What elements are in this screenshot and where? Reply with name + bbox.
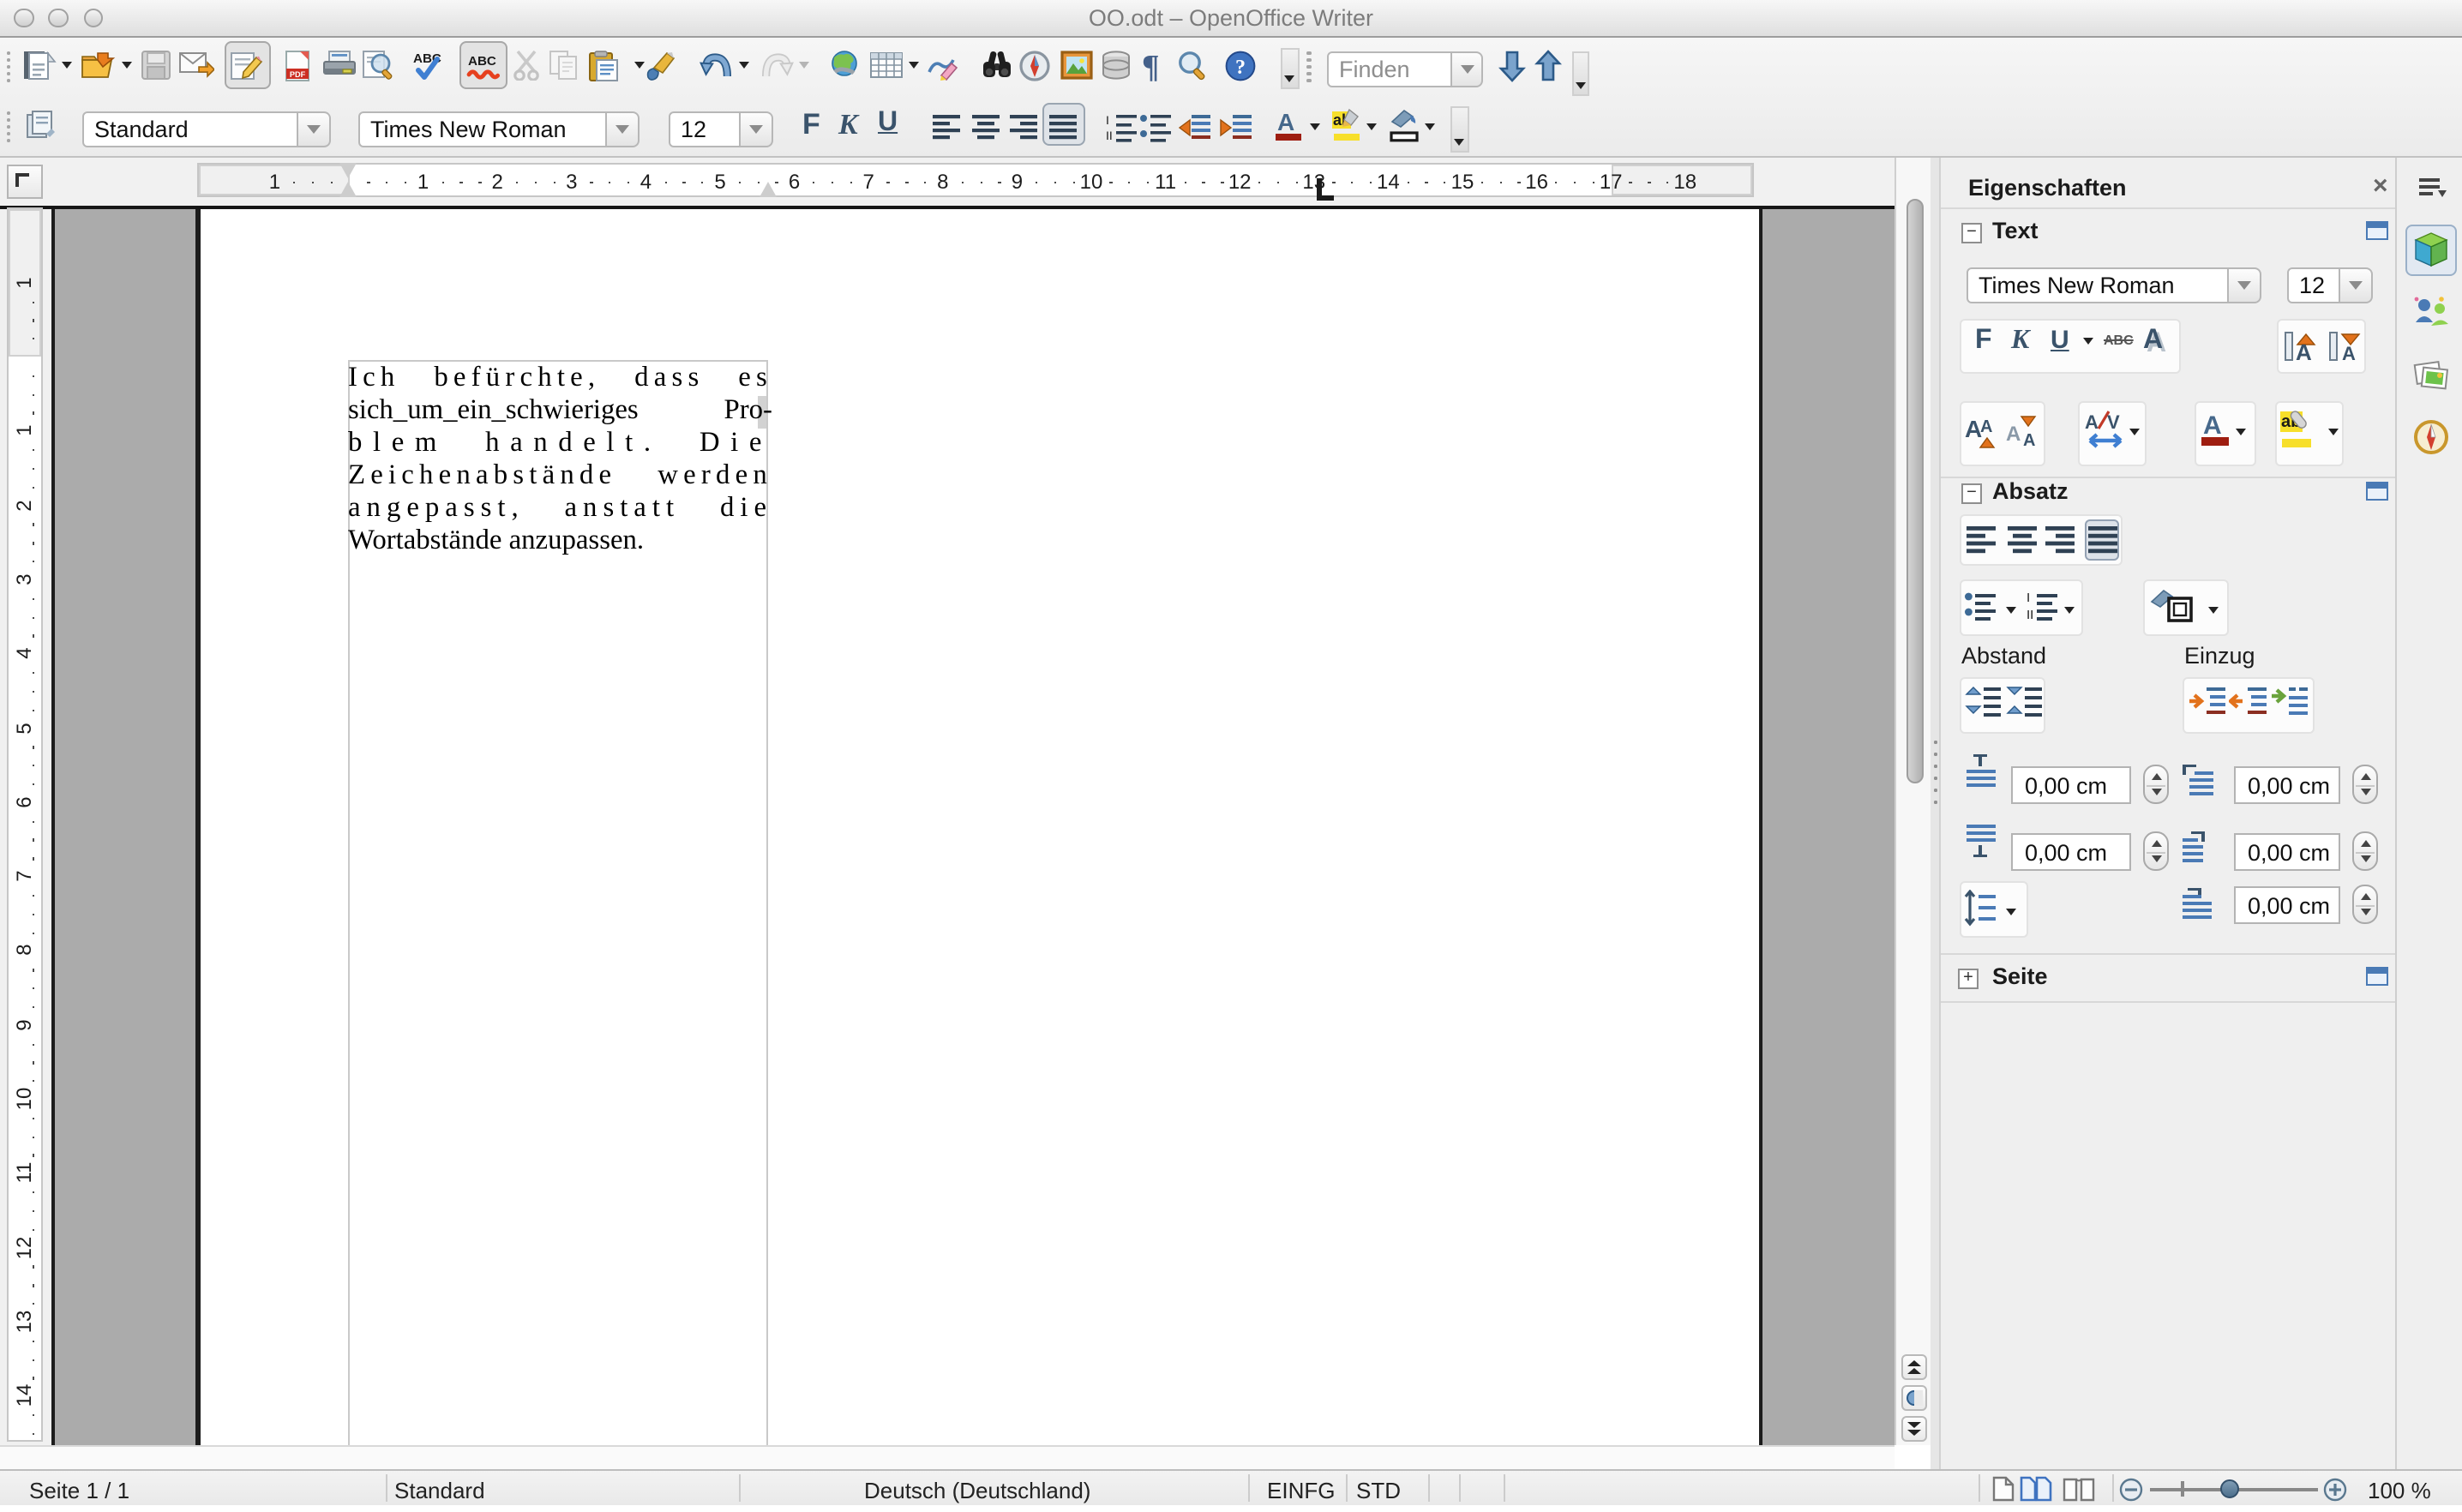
- svg-text:A: A: [1980, 417, 1992, 436]
- svg-text:A: A: [1277, 109, 1294, 135]
- svg-text:A: A: [2023, 431, 2035, 449]
- svg-text:ABC: ABC: [468, 54, 496, 69]
- svg-text:PDF: PDF: [290, 70, 306, 79]
- svg-text:A: A: [2085, 411, 2099, 433]
- svg-text:II: II: [1106, 129, 1113, 142]
- svg-text:A: A: [2006, 423, 2021, 446]
- svg-text:V: V: [2107, 411, 2120, 433]
- svg-text:¶: ¶: [1142, 50, 1160, 82]
- svg-text:A: A: [2296, 339, 2312, 362]
- svg-text:II: II: [2027, 608, 2033, 621]
- svg-text:I: I: [2027, 591, 2030, 605]
- svg-text:I: I: [1106, 113, 1109, 127]
- svg-text:A: A: [2342, 343, 2356, 362]
- svg-text:?: ?: [1235, 57, 1246, 79]
- svg-text:A: A: [2203, 411, 2222, 440]
